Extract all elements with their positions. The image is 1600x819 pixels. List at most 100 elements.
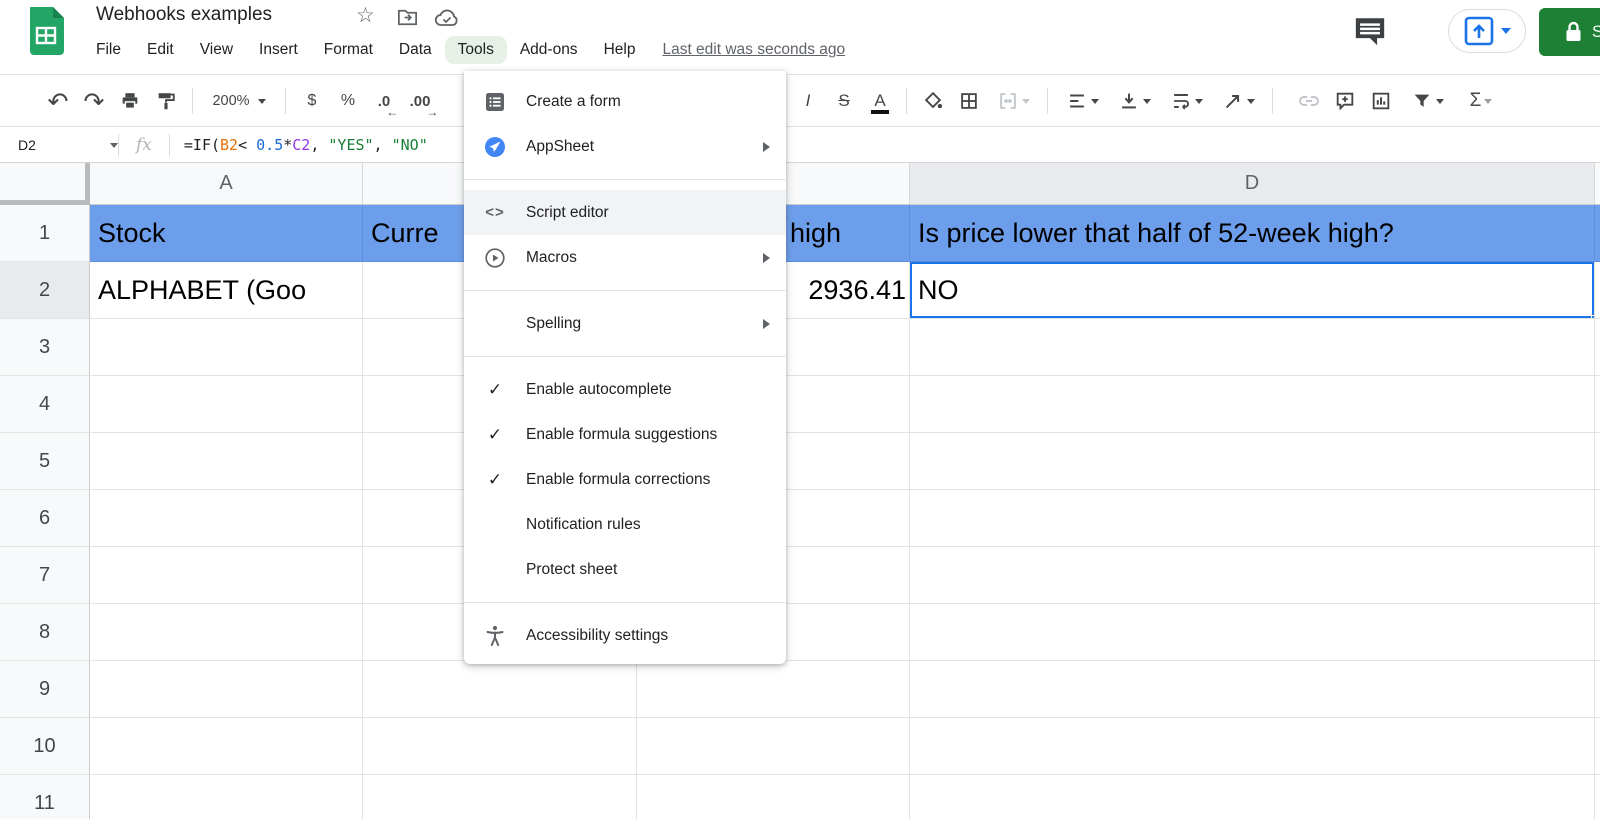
cell[interactable] (910, 376, 1595, 433)
last-edit-link[interactable]: Last edit was seconds ago (662, 41, 845, 59)
cell-A2[interactable]: ALPHABET (Goo (90, 262, 363, 319)
row-header-9[interactable]: 9 (0, 661, 90, 718)
menu-help[interactable]: Help (591, 36, 649, 64)
cell[interactable] (90, 775, 363, 819)
cell[interactable] (90, 319, 363, 376)
row-header-1[interactable]: 1 (0, 205, 90, 262)
cell-D1[interactable]: Is price lower that half of 52-week high… (910, 205, 1595, 262)
cell[interactable] (637, 775, 910, 819)
menu-item-enable-autocomplete[interactable]: ✓ Enable autocomplete (464, 367, 786, 412)
cell[interactable] (910, 661, 1595, 718)
text-wrap-button[interactable] (1160, 83, 1212, 119)
cell[interactable] (910, 604, 1595, 661)
decrease-decimal-button[interactable]: .0 ← (366, 83, 402, 119)
row-header-4[interactable]: 4 (0, 376, 90, 433)
menu-view[interactable]: View (187, 36, 246, 64)
menu-data[interactable]: Data (386, 36, 445, 64)
menu-item-appsheet[interactable]: AppSheet (464, 124, 786, 169)
menu-file[interactable]: File (83, 36, 134, 64)
sheets-logo[interactable] (28, 7, 64, 55)
row-header-7[interactable]: 7 (0, 547, 90, 604)
redo-button[interactable]: ↷ (76, 83, 112, 119)
cloud-status-icon[interactable] (434, 8, 460, 28)
menu-item-create-a-form[interactable]: Create a form (464, 79, 786, 124)
cell[interactable] (910, 775, 1595, 819)
cell-D2-selected[interactable]: NO (910, 262, 1595, 319)
row-header-5[interactable]: 5 (0, 433, 90, 490)
column-header-a[interactable]: A (90, 163, 363, 205)
menu-item-macros[interactable]: Macros (464, 235, 786, 280)
format-currency-button[interactable]: $ (294, 83, 330, 119)
present-button[interactable] (1448, 9, 1526, 53)
menu-item-enable-formula-suggestions[interactable]: ✓ Enable formula suggestions (464, 412, 786, 457)
zoom-control[interactable]: 200% (201, 83, 277, 119)
cell[interactable] (363, 661, 637, 718)
row-header-8[interactable]: 8 (0, 604, 90, 661)
cell-A1[interactable]: Stock (90, 205, 363, 262)
cell[interactable] (910, 718, 1595, 775)
select-all-corner[interactable] (0, 163, 90, 205)
share-button[interactable]: Share (1539, 8, 1600, 56)
move-folder-icon[interactable] (396, 6, 419, 29)
row-header-11[interactable]: 11 (0, 775, 90, 819)
cell[interactable] (90, 547, 363, 604)
cell[interactable] (910, 490, 1595, 547)
row-header-6[interactable]: 6 (0, 490, 90, 547)
insert-link-button[interactable] (1291, 83, 1327, 119)
undo-button[interactable]: ↶ (40, 83, 76, 119)
insert-chart-button[interactable] (1363, 83, 1399, 119)
text-color-button[interactable]: A (862, 83, 898, 119)
cell[interactable] (90, 661, 363, 718)
cell[interactable] (637, 661, 910, 718)
menu-tools[interactable]: Tools (444, 36, 507, 64)
borders-button[interactable] (951, 83, 987, 119)
menu-item-protect-sheet[interactable]: Protect sheet (464, 547, 786, 592)
increase-decimal-button[interactable]: .00 → (402, 83, 439, 119)
insert-comment-button[interactable] (1327, 83, 1363, 119)
cell[interactable] (363, 718, 637, 775)
cell[interactable] (363, 775, 637, 819)
paint-format-button[interactable] (148, 83, 184, 119)
cell[interactable] (910, 547, 1595, 604)
menu-item-spelling[interactable]: Spelling (464, 301, 786, 346)
menu-item-notification-rules[interactable]: Notification rules (464, 502, 786, 547)
italic-button[interactable]: I (790, 83, 826, 119)
menu-format[interactable]: Format (311, 36, 386, 64)
vertical-align-button[interactable] (1108, 83, 1160, 119)
cell[interactable] (910, 433, 1595, 490)
functions-button[interactable]: Σ (1455, 83, 1507, 119)
filter-button[interactable] (1399, 83, 1455, 119)
fill-color-button[interactable] (915, 83, 951, 119)
menu-item-script-editor[interactable]: <> Script editor (464, 190, 786, 235)
wrap-caret-icon (1194, 98, 1203, 104)
menu-item-accessibility-settings[interactable]: Accessibility settings (464, 613, 786, 658)
cell[interactable] (90, 604, 363, 661)
formula-input[interactable]: =IF(B2< 0.5*C2, "YES", "NO" (184, 136, 428, 154)
present-dropdown-caret[interactable] (1500, 28, 1511, 34)
merge-cells-button[interactable] (987, 83, 1039, 119)
cell[interactable] (90, 490, 363, 547)
column-header-d[interactable]: D (910, 163, 1595, 205)
row-header-10[interactable]: 10 (0, 718, 90, 775)
comment-history-icon[interactable] (1353, 15, 1387, 47)
cell[interactable] (90, 433, 363, 490)
fill-handle[interactable] (1591, 315, 1594, 318)
row-header-3[interactable]: 3 (0, 319, 90, 376)
row-header-2[interactable]: 2 (0, 262, 90, 319)
cell[interactable] (90, 718, 363, 775)
format-percent-button[interactable]: % (330, 83, 366, 119)
cell[interactable] (910, 319, 1595, 376)
menu-edit[interactable]: Edit (134, 36, 187, 64)
strikethrough-button[interactable]: S (826, 83, 862, 119)
text-rotation-button[interactable] (1212, 83, 1264, 119)
print-button[interactable] (112, 83, 148, 119)
name-box[interactable]: D2 (0, 137, 118, 153)
cell[interactable] (90, 376, 363, 433)
cell[interactable] (637, 718, 910, 775)
document-title[interactable]: Webhooks examples (96, 4, 272, 26)
menu-addons[interactable]: Add-ons (507, 36, 591, 64)
menu-item-enable-formula-corrections[interactable]: ✓ Enable formula corrections (464, 457, 786, 502)
menu-insert[interactable]: Insert (246, 36, 311, 64)
horizontal-align-button[interactable] (1056, 83, 1108, 119)
star-icon[interactable]: ☆ (356, 5, 375, 26)
